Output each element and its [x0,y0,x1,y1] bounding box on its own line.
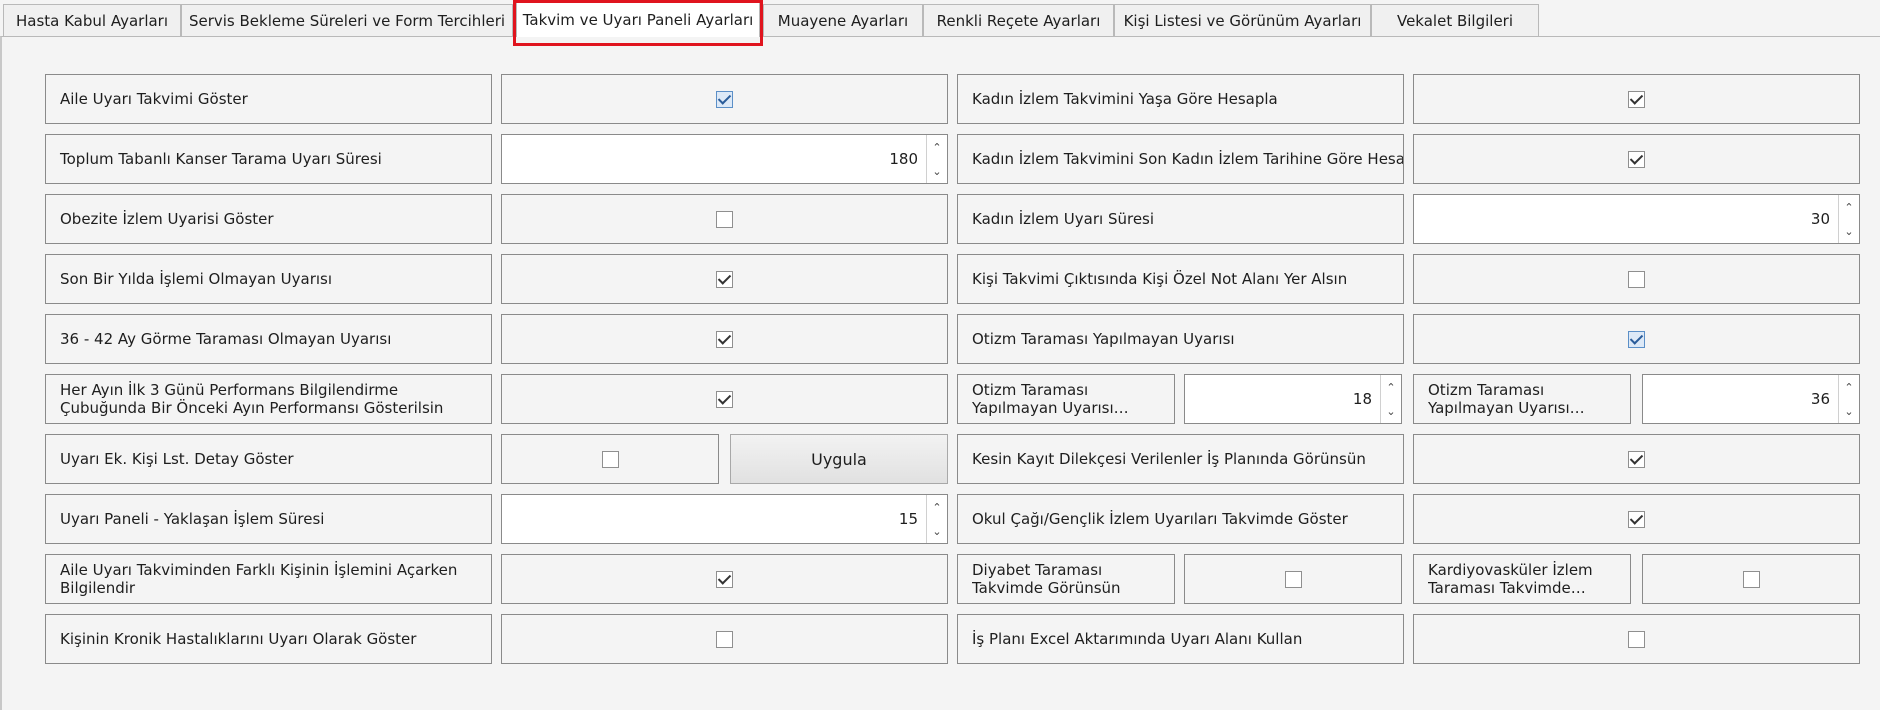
kadin-yas-cell [1413,74,1860,124]
yaklasan-islem-spinner[interactable]: 15 ⌃ ⌄ [501,494,948,544]
kadin-son-tarih-checkbox[interactable] [1628,150,1645,168]
spin-up-icon[interactable]: ⌃ [1839,375,1859,399]
spin-down-icon[interactable]: ⌄ [927,159,947,183]
kadin-uyari-suresi-value[interactable]: 30 [1414,195,1838,243]
kesin-kayit-checkbox[interactable] [1628,450,1645,468]
tab-kisi-listesi[interactable]: Kişi Listesi ve Görünüm Ayarları [1114,4,1371,36]
tab-vekalet[interactable]: Vekalet Bilgileri [1371,4,1539,36]
label-okul-cagi: Okul Çağı/Gençlik İzlem Uyarıları Takvim… [957,494,1404,544]
label-excel: İş Planı Excel Aktarımında Uyarı Alanı K… [957,614,1404,664]
kesin-kayit-cell [1413,434,1860,484]
spin-up-icon[interactable]: ⌃ [1381,375,1401,399]
tab-servis-bekleme[interactable]: Servis Bekleme Süreleri ve Form Tercihle… [181,4,513,36]
tab-takvim-uyari[interactable]: Takvim ve Uyarı Paneli Ayarları [516,1,760,37]
kanser-tarama-spinner[interactable]: 180 ⌃ ⌄ [501,134,948,184]
otizm-bitis-spinner[interactable]: 36 ⌃ ⌄ [1642,374,1860,424]
ozel-not-checkbox[interactable] [1628,270,1645,288]
kardiyo-checkbox[interactable] [1742,570,1760,588]
label-ozel-not: Kişi Takvimi Çıktısında Kişi Özel Not Al… [957,254,1404,304]
kardiyo-cell [1642,554,1860,604]
label-kronik: Kişinin Kronik Hastalıklarını Uyarı Olar… [45,614,492,664]
spin-down-icon[interactable]: ⌄ [1381,399,1401,423]
tab-bar: Hasta Kabul Ayarları Servis Bekleme Süre… [0,0,1880,46]
label-performans: Her Ayın İlk 3 Günü Performans Bilgilend… [45,374,492,424]
label-gorme-tarama: 36 - 42 Ay Görme Taraması Olmayan Uyarıs… [45,314,492,364]
label-otizm: Otizm Taraması Yapılmayan Uyarısı [957,314,1404,364]
otizm-bitis-value[interactable]: 36 [1643,375,1838,423]
label-kadin-uyari-suresi: Kadın İzlem Uyarı Süresi [957,194,1404,244]
label-diyabet: Diyabet Taraması Takvimde Görünsün [957,554,1175,604]
excel-checkbox[interactable] [1628,630,1645,648]
okul-cagi-checkbox[interactable] [1628,510,1645,528]
aile-uyari-takvimi-checkbox[interactable] [716,90,733,108]
label-kanser-tarama: Toplum Tabanlı Kanser Tarama Uyarı Süres… [45,134,492,184]
performans-cell [501,374,948,424]
diyabet-cell [1184,554,1402,604]
label-yaklasan-islem: Uyarı Paneli - Yaklaşan İşlem Süresi [45,494,492,544]
tab-hasta-kabul[interactable]: Hasta Kabul Ayarları [3,4,181,36]
son-bir-yil-checkbox[interactable] [716,270,733,288]
otizm-cell [1413,314,1860,364]
label-obezite: Obezite İzlem Uyarisi Göster [45,194,492,244]
farkli-kisi-checkbox[interactable] [716,570,733,588]
otizm-checkbox[interactable] [1628,330,1645,348]
tab-muayene[interactable]: Muayene Ayarları [763,4,923,36]
obezite-checkbox[interactable] [716,210,733,228]
label-otizm-baslangic: Otizm Taraması Yapılmayan Uyarısı Görüne… [957,374,1175,424]
spin-up-icon[interactable]: ⌃ [927,135,947,159]
spin-down-icon[interactable]: ⌄ [1839,219,1859,243]
spin-down-icon[interactable]: ⌄ [1839,399,1859,423]
kadin-uyari-suresi-spinner[interactable]: 30 ⌃ ⌄ [1413,194,1860,244]
performans-checkbox[interactable] [716,390,733,408]
label-aile-uyari-takvimi: Aile Uyarı Takvimi Göster [45,74,492,124]
uyari-ek-cell [501,434,719,484]
kadin-yas-checkbox[interactable] [1628,90,1645,108]
label-kesin-kayit: Kesin Kayıt Dilekçesi Verilenler İş Plan… [957,434,1404,484]
label-kardiyo: Kardiyovasküler İzlem Taraması Takvimde … [1413,554,1631,604]
ozel-not-cell [1413,254,1860,304]
diyabet-checkbox[interactable] [1284,570,1302,588]
farkli-kisi-cell [501,554,948,604]
otizm-baslangic-value[interactable]: 18 [1185,375,1380,423]
label-otizm-bitis: Otizm Taraması Yapılmayan Uyarısı Görüne… [1413,374,1631,424]
okul-cagi-cell [1413,494,1860,544]
kanser-tarama-value[interactable]: 180 [502,135,926,183]
spin-up-icon[interactable]: ⌃ [927,495,947,519]
gorme-tarama-cell [501,314,948,364]
kadin-son-tarih-cell [1413,134,1860,184]
label-uyari-ek: Uyarı Ek. Kişi Lst. Detay Göster [45,434,492,484]
gorme-tarama-checkbox[interactable] [716,330,733,348]
aile-uyari-takvimi-cell [501,74,948,124]
otizm-baslangic-spinner[interactable]: 18 ⌃ ⌄ [1184,374,1402,424]
spin-up-icon[interactable]: ⌃ [1839,195,1859,219]
obezite-cell [501,194,948,244]
uygula-button[interactable]: Uygula [730,434,948,484]
label-son-bir-yil: Son Bir Yılda İşlemi Olmayan Uyarısı [45,254,492,304]
kronik-cell [501,614,948,664]
excel-cell [1413,614,1860,664]
son-bir-yil-cell [501,254,948,304]
label-farkli-kisi: Aile Uyarı Takviminden Farklı Kişinin İş… [45,554,492,604]
yaklasan-islem-value[interactable]: 15 [502,495,926,543]
uyari-ek-checkbox[interactable] [601,450,619,468]
spin-down-icon[interactable]: ⌄ [927,519,947,543]
tab-renkli-recete[interactable]: Renkli Reçete Ayarları [923,4,1114,36]
kronik-checkbox[interactable] [716,630,733,648]
label-kadin-son-tarih: Kadın İzlem Takvimini Son Kadın İzlem Ta… [957,134,1404,184]
label-kadin-yas: Kadın İzlem Takvimini Yaşa Göre Hesapla [957,74,1404,124]
